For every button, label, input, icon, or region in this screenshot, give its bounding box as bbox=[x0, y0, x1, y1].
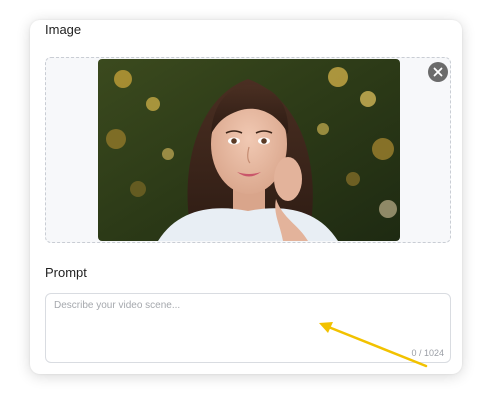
image-section-label: Image bbox=[45, 22, 82, 37]
remove-image-button[interactable] bbox=[428, 62, 448, 82]
app-stage: Image Prompt Describe your video scene..… bbox=[0, 0, 493, 412]
uploaded-image-preview bbox=[98, 59, 400, 241]
character-counter: 0 / 1024 bbox=[411, 348, 444, 358]
generation-card: Image Prompt Describe your video scene..… bbox=[30, 20, 462, 374]
prompt-section-label: Prompt bbox=[45, 265, 87, 280]
prompt-field-container: 0 / 1024 bbox=[45, 293, 451, 363]
prompt-textarea[interactable] bbox=[46, 294, 450, 362]
close-icon bbox=[433, 67, 443, 77]
portrait-photo bbox=[98, 59, 400, 241]
image-dropzone[interactable] bbox=[45, 57, 451, 243]
